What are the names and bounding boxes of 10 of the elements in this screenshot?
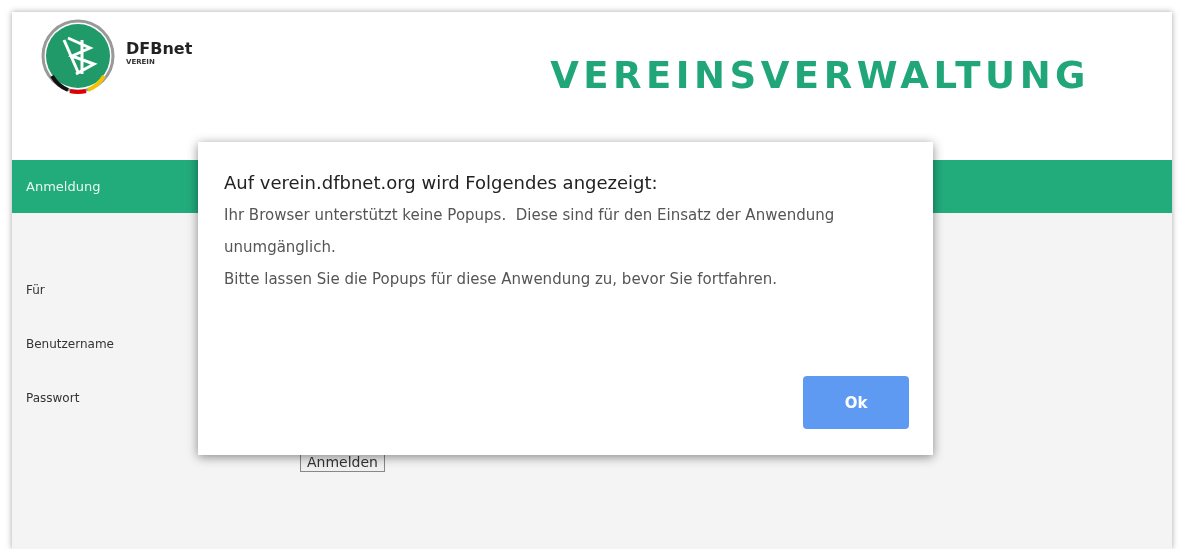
dialog-title: Auf verein.dfbnet.org wird Folgendes angezeigt: [224,172,659,193]
field-label: Für [26,283,45,299]
ok-button[interactable]: Ok [803,376,909,429]
page-title: VEREINSVERWALTUNG [550,54,1090,97]
dialog-message: Bitte lassen Sie die Popups für diese Anwendung zu, bevor Sie fortfahren. [224,269,779,290]
field-label: Passwort [26,391,80,407]
field-label: Benutzername [26,337,114,353]
nav-label[interactable]: Anmeldung [26,179,101,194]
brand-name: DFBnet [126,40,193,58]
dialog-message: Ihr Browser unterstützt keine Popups. Diese sind für den Einsatz der Anwendung unumgänglich. [224,205,836,258]
